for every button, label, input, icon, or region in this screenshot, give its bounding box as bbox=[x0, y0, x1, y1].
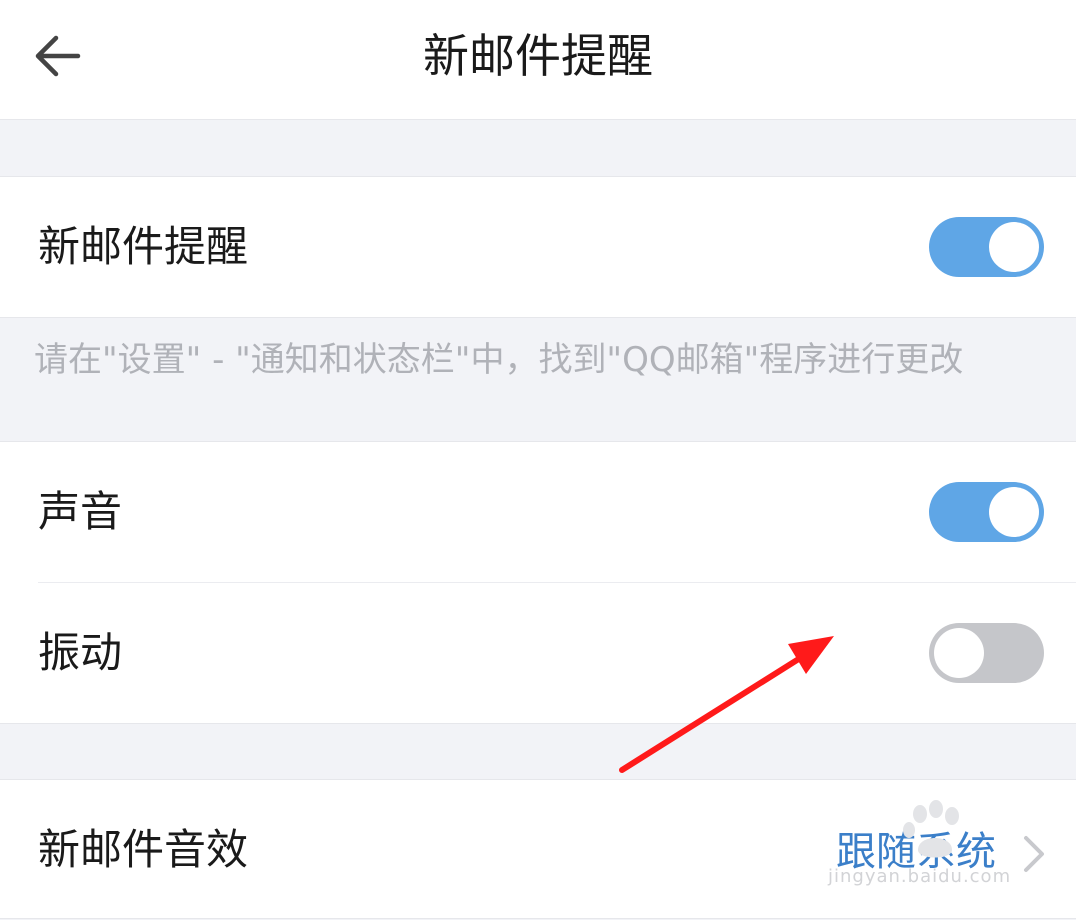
sound-effect-row[interactable]: 新邮件音效 跟随系统 bbox=[0, 780, 1076, 920]
toggle-knob bbox=[989, 487, 1039, 537]
sound-row: 声音 bbox=[0, 442, 1076, 582]
notification-section: 新邮件提醒 bbox=[0, 176, 1076, 318]
vibrate-row: 振动 bbox=[0, 583, 1076, 723]
chevron-right-icon bbox=[1024, 836, 1044, 872]
top-bar: 新邮件提醒 bbox=[0, 0, 1076, 120]
sound-vibrate-section: 声音 振动 bbox=[0, 441, 1076, 724]
page-title: 新邮件提醒 bbox=[423, 29, 653, 83]
new-mail-alert-row: 新邮件提醒 bbox=[0, 177, 1076, 317]
new-mail-alert-toggle[interactable] bbox=[929, 217, 1044, 277]
new-mail-alert-label: 新邮件提醒 bbox=[38, 222, 249, 271]
sound-effect-value[interactable]: 跟随系统 bbox=[836, 822, 996, 882]
sound-effect-label: 新邮件音效 bbox=[38, 825, 249, 874]
sound-effect-section: 新邮件音效 跟随系统 bbox=[0, 779, 1076, 919]
toggle-knob bbox=[989, 222, 1039, 272]
vibrate-toggle[interactable] bbox=[929, 623, 1044, 683]
sound-toggle[interactable] bbox=[929, 482, 1044, 542]
sound-label: 声音 bbox=[38, 487, 123, 536]
toggle-knob bbox=[934, 628, 984, 678]
vibrate-label: 振动 bbox=[38, 628, 123, 677]
system-settings-hint: 请在"设置" - "通知和状态栏"中，找到"QQ邮箱"程序进行更改 bbox=[34, 340, 964, 380]
